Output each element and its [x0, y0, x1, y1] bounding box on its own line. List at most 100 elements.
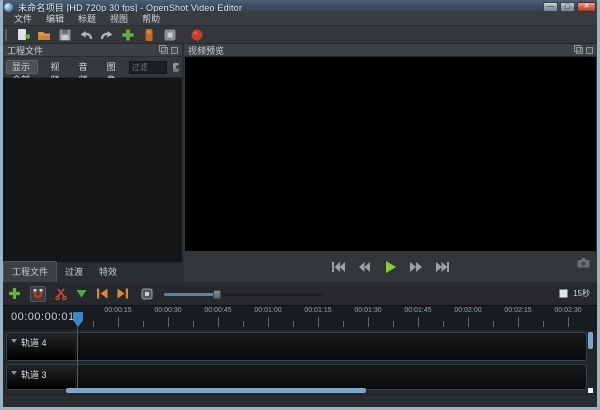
ruler-tick-minor: [393, 321, 394, 327]
track-header[interactable]: 轨道 3: [7, 365, 76, 389]
add-track-icon[interactable]: [8, 287, 21, 300]
ruler-tick-label: 00:01:00: [246, 307, 290, 314]
timeline-footer: [3, 394, 597, 407]
razor-icon[interactable]: [55, 288, 67, 300]
ruler-tick-major: [318, 317, 319, 327]
filter-show-all-button[interactable]: 显示全部: [6, 60, 38, 74]
fast-forward-icon[interactable]: [409, 262, 423, 272]
resize-grip[interactable]: [588, 388, 593, 393]
maximize-button[interactable]: ▢: [560, 2, 575, 12]
ruler-tick-minor: [493, 321, 494, 327]
toolbar-grip[interactable]: [5, 29, 8, 41]
add-marker-icon[interactable]: [76, 289, 87, 298]
ruler-tick-major: [168, 317, 169, 327]
timeline-panel: 15秒 00:00:00:01 00:00:1500:00:3000:00:45…: [3, 282, 597, 407]
open-project-icon[interactable]: [36, 27, 52, 42]
choose-profile-icon[interactable]: [141, 27, 157, 42]
filter-video-button[interactable]: 视频: [44, 60, 66, 74]
slider-handle[interactable]: [213, 290, 221, 299]
center-playhead-icon[interactable]: [141, 288, 153, 300]
close-panel-icon[interactable]: [586, 47, 593, 54]
filter-audio-button[interactable]: 音频: [72, 60, 94, 74]
video-preview-panel: 视频预览: [184, 44, 597, 282]
new-project-icon[interactable]: [15, 27, 31, 42]
menu-edit[interactable]: 编辑: [39, 12, 71, 26]
zoom-scale-checkbox[interactable]: [559, 289, 568, 298]
video-preview-title: 视频预览: [188, 44, 224, 57]
ruler-tick-major: [518, 317, 519, 327]
ruler-tick-minor: [443, 321, 444, 327]
playhead-line[interactable]: [77, 326, 78, 388]
openshot-window: 未命名项目 [HD 720p 30 fps] - OpenShot Video …: [0, 0, 600, 410]
ruler-tick-label: 00:02:15: [496, 307, 540, 314]
ruler-tick-label: 00:00:30: [146, 307, 190, 314]
horizontal-scrollbar[interactable]: [66, 388, 366, 393]
ruler-tick-major: [568, 317, 569, 327]
playhead-marker-icon[interactable]: [73, 312, 83, 327]
snapping-icon[interactable]: [30, 286, 46, 302]
close-button[interactable]: ✕: [577, 2, 596, 12]
jump-end-icon[interactable]: [436, 262, 450, 272]
media-filter-row: 显示全部 视频 音频 图像: [3, 57, 182, 78]
close-panel-icon[interactable]: [171, 47, 178, 54]
next-marker-icon[interactable]: [117, 288, 129, 299]
project-files-list[interactable]: [3, 78, 182, 262]
timeline-zoom-slider[interactable]: [164, 288, 324, 300]
ruler-tick-label: 00:02:00: [446, 307, 490, 314]
project-files-title: 工程文件: [7, 44, 43, 57]
play-icon[interactable]: [385, 261, 396, 273]
tracks-area: 轨道 4 轨道 3: [3, 330, 597, 389]
dock-tab-bar: 工程文件 过渡 特效: [3, 262, 182, 282]
filter-input[interactable]: [129, 61, 167, 74]
track-menu-icon[interactable]: [11, 371, 17, 375]
undo-icon[interactable]: [78, 27, 94, 42]
export-video-icon[interactable]: [189, 27, 205, 42]
float-panel-icon[interactable]: [576, 47, 583, 54]
tab-transitions[interactable]: 过渡: [57, 262, 91, 282]
import-files-icon[interactable]: [120, 27, 136, 42]
menu-file[interactable]: 文件: [7, 12, 39, 26]
main-toolbar: [3, 26, 597, 44]
timeline-toolbar: 15秒: [3, 282, 597, 305]
ruler-tick-label: 00:02:30: [546, 307, 590, 314]
timeline-ruler[interactable]: 00:00:00:01 00:00:1500:00:3000:00:4500:0…: [3, 305, 597, 330]
ruler-tick-label: 00:00:15: [96, 307, 140, 314]
rewind-icon[interactable]: [358, 262, 372, 272]
tab-effects[interactable]: 特效: [91, 262, 125, 282]
track-label: 轨道 3: [21, 368, 47, 381]
clear-filter-icon[interactable]: [173, 63, 179, 72]
slider-fill: [164, 293, 217, 296]
ruler-tick-major: [468, 317, 469, 327]
ruler-tick-label: 00:00:45: [196, 307, 240, 314]
save-project-icon[interactable]: [57, 27, 73, 42]
minimize-button[interactable]: —: [543, 2, 558, 12]
video-preview-screen[interactable]: [185, 57, 596, 251]
menu-view[interactable]: 视图: [103, 12, 135, 26]
fullscreen-icon[interactable]: [162, 27, 178, 42]
project-files-panel: 工程文件 显示全部 视频 音频 图像 工程文件 过渡 特效: [3, 44, 182, 282]
filter-image-button[interactable]: 图像: [101, 60, 123, 74]
camera-icon[interactable]: [577, 255, 590, 273]
ruler-tick-minor: [243, 321, 244, 327]
track-header[interactable]: 轨道 4: [7, 333, 76, 360]
track-row[interactable]: 轨道 4: [6, 332, 587, 361]
menu-help[interactable]: 帮助: [135, 12, 167, 26]
video-preview-header: 视频预览: [184, 44, 597, 57]
menu-title[interactable]: 标题: [71, 12, 103, 26]
previous-marker-icon[interactable]: [96, 288, 108, 299]
menu-bar: 文件 编辑 标题 视图 帮助: [3, 12, 597, 26]
ruler-tick-major: [368, 317, 369, 327]
tab-project-files[interactable]: 工程文件: [3, 261, 57, 282]
vertical-scrollbar[interactable]: [588, 332, 593, 349]
track-label: 轨道 4: [21, 336, 47, 349]
transport-controls: [184, 251, 597, 282]
float-panel-icon[interactable]: [161, 47, 168, 54]
redo-icon[interactable]: [99, 27, 115, 42]
ruler-tick-major: [118, 317, 119, 327]
ruler-tick-major: [268, 317, 269, 327]
ruler-tick-minor: [193, 321, 194, 327]
track-row[interactable]: 轨道 3: [6, 364, 587, 390]
jump-start-icon[interactable]: [331, 262, 345, 272]
ruler-tick-minor: [293, 321, 294, 327]
track-menu-icon[interactable]: [11, 339, 17, 343]
